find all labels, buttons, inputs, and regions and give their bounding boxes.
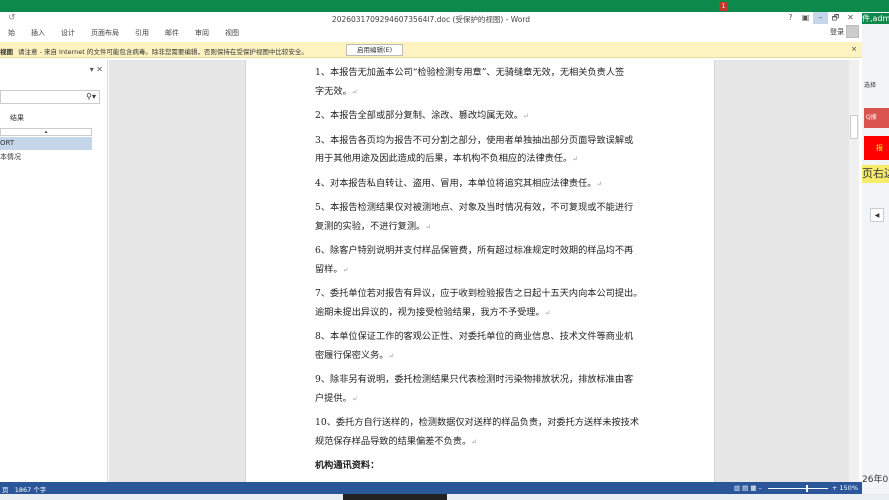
- select-label: 选择: [864, 82, 877, 89]
- tab-insert[interactable]: 插入: [23, 26, 53, 40]
- text-line: 4、对本报告私自转让、盗用、冒用，本单位将追究其相应法律责任。↵: [315, 177, 603, 189]
- paragraph: 1、本报告无加盖本公司“检验检测专用章”、无骑缝章无效，无相关负责人签 字无效。↵: [315, 64, 655, 101]
- paragraph-mark: ↵: [544, 308, 551, 317]
- protected-view-label: 视图: [0, 48, 13, 56]
- window-title: 20260317092946073564l7.doc (受保护的视图) - Wo…: [331, 15, 531, 24]
- paragraph-mark: ↵: [351, 394, 358, 403]
- protected-view-message: 请注意 - 来自 Internet 的文件可能包含病毒。除非您需要编辑，否则保持…: [18, 48, 308, 56]
- prev-arrow-icon[interactable]: ◀: [870, 208, 884, 222]
- paragraph-mark: ↵: [351, 87, 358, 96]
- minimize-button[interactable]: –: [813, 12, 828, 24]
- tab-references[interactable]: 引用: [127, 26, 157, 40]
- avatar[interactable]: [846, 25, 859, 38]
- tab-layout[interactable]: 页面布局: [83, 26, 127, 40]
- tab-view[interactable]: 视图: [217, 26, 247, 40]
- notification-badge: 1: [719, 2, 728, 11]
- text-line: 5、本报告检测结果仅对被测地点、对象及当时情况有效，不可复现或不能进行: [315, 202, 634, 213]
- search-button[interactable]: Q搜: [864, 108, 889, 128]
- text-line: 3、本报告各页均为报告不可分割之部分，使用者单独抽出部分页面导致误解或: [315, 134, 634, 146]
- tab-home[interactable]: 始: [0, 26, 23, 40]
- text-line: 6、除客户特别说明并支付样品保管费，所有超过标准规定时效期的样品均不再: [315, 245, 634, 256]
- ribbon-tabs: 始 插入 设计 页面布局 引用 邮件 审阅 视图: [0, 26, 247, 40]
- paragraph: 6、除客户特别说明并支付样品保管费，所有超过标准规定时效期的样品均不再 留样。↵: [315, 242, 655, 279]
- text-line: 8、本单位保证工作的客观公正性、对委托单位的商业信息、技术文件等商业机: [315, 331, 634, 342]
- user-label: 件,adm: [862, 13, 889, 24]
- tab-mailings[interactable]: 邮件: [157, 26, 187, 40]
- text-line: 1、本报告无加盖本公司“检验检测专用章”、无骑缝章无效，无相关负责人签: [315, 67, 625, 78]
- report-button[interactable]: 报: [864, 136, 889, 160]
- paragraph: 8、本单位保证工作的客观公正性、对委托单位的商业信息、技术文件等商业机 密履行保密…: [315, 328, 655, 365]
- heading-item[interactable]: ORT: [0, 137, 92, 150]
- sign-in-link[interactable]: 登录: [830, 27, 844, 37]
- text-line: 逾期未提出异议的，视为接受检验结果，我方不予受理。↵: [315, 306, 551, 318]
- section-heading: 机构通讯资料：: [315, 460, 380, 471]
- help-button[interactable]: ?: [783, 12, 798, 24]
- paragraph-mark: ↵: [572, 155, 579, 163]
- view-buttons[interactable]: ▥ ▤ ▦: [734, 484, 757, 492]
- paragraph-mark: ↵: [388, 351, 395, 360]
- status-bar: 页 1867 个字 ▥ ▤ ▦ – + 150%: [0, 482, 862, 494]
- document-content: 1、本报告无加盖本公司“检验检测专用章”、无骑缝章无效，无相关负责人签 字无效。↵…: [315, 64, 655, 476]
- background-webpage: 件,adm 选择 Q搜 报 页右边 ◀ 26年0: [862, 12, 889, 494]
- paragraph: 3、本报告各页均为报告不可分割之部分，使用者单独抽出部分页面导致误解或 用于其他用…: [315, 132, 655, 169]
- tab-review[interactable]: 审阅: [187, 26, 217, 40]
- paragraph: 2、本报告全部或部分复制、涂改、篡改均属无效。↵: [315, 107, 655, 126]
- word-count[interactable]: 1867 个字: [15, 486, 47, 494]
- close-button[interactable]: ✕: [843, 12, 858, 24]
- text-line: 户提供。↵: [315, 392, 358, 404]
- highlight-text: 页右边: [862, 165, 889, 183]
- paragraph-mark: ↵: [342, 265, 349, 274]
- paragraph: 9、除非另有说明，委托检测结果只代表检测时污染物排放状况，排放标准由客 户提供。↵: [315, 371, 655, 408]
- zoom-slider[interactable]: [767, 484, 828, 492]
- word-window: ↺ 20260317092946073564l7.doc (受保护的视图) - …: [0, 12, 862, 494]
- zoom-level[interactable]: 150%: [839, 484, 858, 492]
- restore-button[interactable]: 🗗: [828, 12, 843, 24]
- text-line: 规范保存样品导致的结果偏差不负责。↵: [315, 435, 478, 447]
- nav-search-input[interactable]: ⚲▾: [0, 90, 100, 104]
- search-icon[interactable]: ⚲▾: [86, 92, 96, 101]
- title-bar: ↺ 20260317092946073564l7.doc (受保护的视图) - …: [0, 12, 862, 25]
- heading-item[interactable]: 本情况: [0, 152, 21, 162]
- paragraph: 5、本报告检测结果仅对被测地点、对象及当时情况有效，不可复现或不能进行 复测的实验…: [315, 199, 655, 236]
- paragraph-mark: ↵: [425, 222, 432, 231]
- text-line: 10、委托方自行送样的，检测数据仅对送样的样品负责，对委托方送样未按技术: [315, 417, 640, 428]
- page-indicator[interactable]: 页: [2, 486, 9, 494]
- paragraph: 4、对本报告私自转让、盗用、冒用，本单位将追究其相应法律责任。↵: [315, 175, 655, 194]
- text-line: 密履行保密义务。↵: [315, 349, 395, 361]
- background-app-header: [0, 0, 889, 12]
- text-line: 7、委托单位若对报告有异议，应于收到检验报告之日起十五天内向本公司提出。: [315, 288, 643, 299]
- paragraph-mark: ↵: [522, 112, 529, 120]
- taskbar-item[interactable]: [343, 494, 447, 500]
- document-area: 1、本报告无加盖本公司“检验检测专用章”、无骑缝章无效，无相关负责人签 字无效。↵…: [109, 60, 849, 482]
- ribbon-display-button[interactable]: ▣: [798, 12, 813, 24]
- document-page: 1、本报告无加盖本公司“检验检测专用章”、无骑缝章无效，无相关负责人签 字无效。↵…: [245, 60, 715, 482]
- date-text: 26年0: [862, 475, 889, 485]
- paragraph: 10、委托方自行送样的，检测数据仅对送样的样品负责，对委托方送样未按技术 规范保存…: [315, 414, 655, 451]
- close-message-icon[interactable]: ×: [851, 45, 857, 53]
- text-line: 2、本报告全部或部分复制、涂改、篡改均属无效。↵: [315, 110, 529, 121]
- paragraph-mark: ↵: [596, 179, 603, 188]
- text-line: 用于其他用途及因此造成的后果，本机构不负相应的法律责任。↵: [315, 153, 579, 164]
- vertical-scrollbar[interactable]: [849, 60, 859, 482]
- text-line: 字无效。↵: [315, 85, 358, 97]
- scroll-thumb[interactable]: [850, 115, 858, 139]
- collapse-handle[interactable]: ▴: [0, 128, 92, 136]
- navigation-pane: ▾ ✕ ⚲▾ 结果 ▴ ORT 本情况: [0, 60, 108, 482]
- protected-view-bar: 视图 请注意 - 来自 Internet 的文件可能包含病毒。除非您需要编辑，否…: [0, 42, 862, 58]
- tab-design[interactable]: 设计: [53, 26, 83, 40]
- text-line: 复测的实验，不进行复测。↵: [315, 220, 432, 232]
- paragraph: 7、委托单位若对报告有异议，应于收到检验报告之日起十五天内向本公司提出。 逾期未提…: [315, 285, 655, 322]
- enable-editing-button[interactable]: 启用编辑(E): [346, 44, 404, 56]
- paragraph-mark: ↵: [471, 437, 478, 446]
- text-line: 9、除非另有说明，委托检测结果只代表检测时污染物排放状况，排放标准由客: [315, 374, 634, 385]
- nav-pane-close-icon[interactable]: ▾ ✕: [90, 65, 103, 74]
- text-line: 留样。↵: [315, 263, 349, 275]
- tab-results[interactable]: 结果: [10, 113, 24, 123]
